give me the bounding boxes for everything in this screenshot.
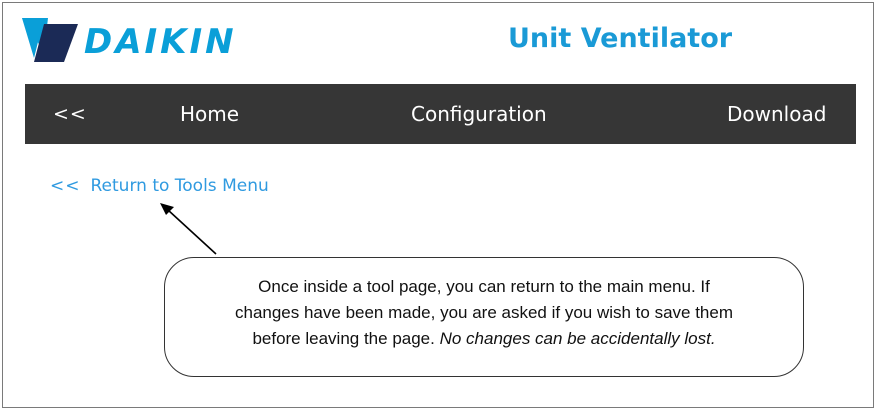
callout-line-1: Once inside a tool page, you can return … — [258, 277, 710, 296]
return-chevron-icon: << — [50, 176, 81, 196]
nav-home-link[interactable]: Home — [180, 84, 239, 144]
return-to-tools-menu-link[interactable]: << Return to Tools Menu — [50, 175, 269, 197]
daikin-logo: DAIKIN — [22, 18, 282, 64]
nav-configuration-link[interactable]: Configuration — [411, 84, 547, 144]
help-callout: Once inside a tool page, you can return … — [164, 257, 804, 377]
callout-line-3: before leaving the page. No changes can … — [171, 326, 797, 352]
callout-line-3-italic: No changes can be accidentally lost. — [439, 329, 716, 348]
return-link-label: Return to Tools Menu — [90, 176, 269, 196]
nav-back-button[interactable]: << — [53, 84, 87, 144]
nav-download-link[interactable]: Download — [727, 84, 826, 144]
page-title: Unit Ventilator — [508, 23, 733, 54]
callout-line-3-plain: before leaving the page. — [252, 329, 435, 348]
callout-line-2: changes have been made, you are asked if… — [234, 303, 734, 322]
daikin-logo-mark-icon — [22, 18, 78, 62]
top-navbar: << Home Configuration Download — [25, 84, 856, 144]
logo-text: DAIKIN — [84, 22, 237, 62]
